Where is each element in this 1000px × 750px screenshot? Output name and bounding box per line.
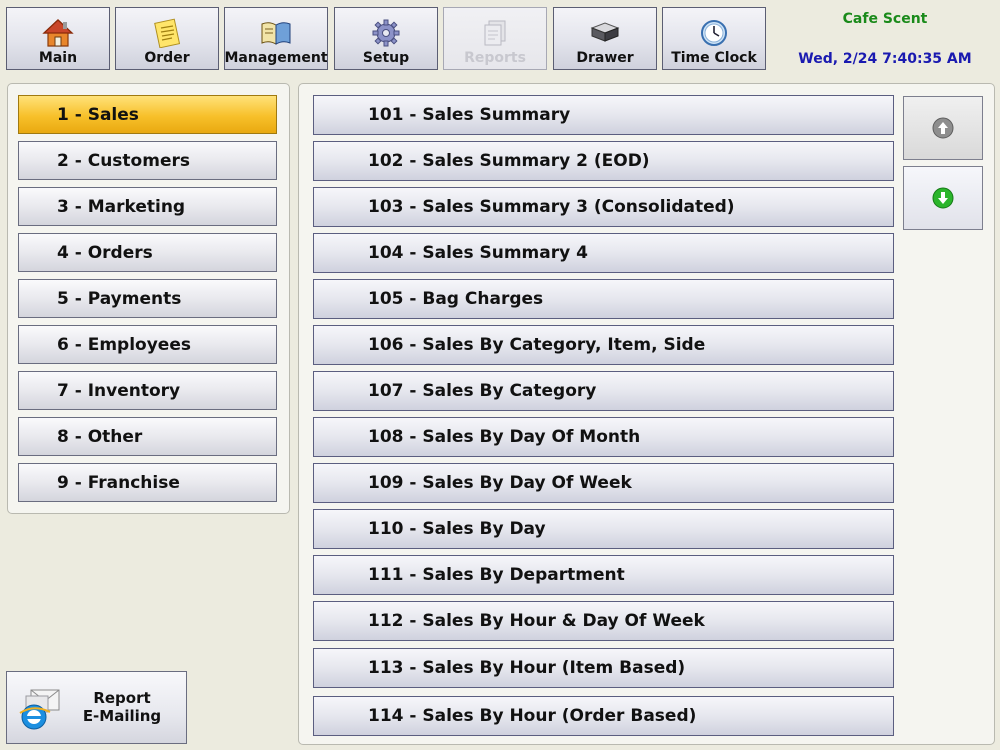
report-item[interactable]: 114 - Sales By Hour (Order Based) (313, 696, 894, 736)
scroll-down-button[interactable] (903, 166, 983, 230)
report-item[interactable]: 105 - Bag Charges (313, 279, 894, 319)
cash-drawer-icon (588, 18, 622, 48)
report-emailing-button[interactable]: Report E-Mailing (6, 671, 187, 744)
clock-icon (697, 18, 731, 48)
main-toolbar: Main Order Management Setup Reports Draw… (0, 0, 1000, 76)
category-customers[interactable]: 2 - Customers (18, 141, 277, 180)
notepad-icon (150, 18, 184, 48)
reports-button-label: Reports (464, 50, 526, 66)
time-clock-button[interactable]: Time Clock (662, 7, 766, 70)
book-icon (259, 18, 293, 48)
report-item[interactable]: 103 - Sales Summary 3 (Consolidated) (313, 187, 894, 227)
arrow-up-icon (932, 117, 954, 139)
drawer-button-label: Drawer (576, 50, 634, 66)
management-button-label: Management (224, 50, 328, 66)
scroll-up-button[interactable] (903, 96, 983, 160)
gear-icon (369, 18, 403, 48)
report-emailing-label: Report E-Mailing (67, 689, 177, 725)
store-name: Cafe Scent (842, 11, 928, 27)
reports-icon (478, 18, 512, 48)
report-item[interactable]: 112 - Sales By Hour & Day Of Week (313, 601, 894, 641)
report-item[interactable]: 102 - Sales Summary 2 (EOD) (313, 141, 894, 181)
report-item[interactable]: 110 - Sales By Day (313, 509, 894, 549)
category-payments[interactable]: 5 - Payments (18, 279, 277, 318)
category-inventory[interactable]: 7 - Inventory (18, 371, 277, 410)
main-button[interactable]: Main (6, 7, 110, 70)
report-item[interactable]: 107 - Sales By Category (313, 371, 894, 411)
email-report-icon (17, 686, 63, 732)
house-icon (41, 18, 75, 48)
category-orders[interactable]: 4 - Orders (18, 233, 277, 272)
report-item[interactable]: 109 - Sales By Day Of Week (313, 463, 894, 503)
category-sales[interactable]: 1 - Sales (18, 95, 277, 134)
report-item[interactable]: 108 - Sales By Day Of Month (313, 417, 894, 457)
arrow-down-icon (932, 187, 954, 209)
report-list-panel: 101 - Sales Summary 102 - Sales Summary … (298, 83, 995, 745)
category-other[interactable]: 8 - Other (18, 417, 277, 456)
order-button[interactable]: Order (115, 7, 219, 70)
report-item[interactable]: 101 - Sales Summary (313, 95, 894, 135)
report-item[interactable]: 113 - Sales By Hour (Item Based) (313, 648, 894, 688)
setup-button[interactable]: Setup (334, 7, 438, 70)
category-employees[interactable]: 6 - Employees (18, 325, 277, 364)
setup-button-label: Setup (362, 50, 410, 66)
drawer-button[interactable]: Drawer (553, 7, 657, 70)
report-item[interactable]: 104 - Sales Summary 4 (313, 233, 894, 273)
report-emailing-label-line2: E-Mailing (82, 707, 162, 725)
category-marketing[interactable]: 3 - Marketing (18, 187, 277, 226)
management-button[interactable]: Management (224, 7, 328, 70)
report-item[interactable]: 111 - Sales By Department (313, 555, 894, 595)
report-item[interactable]: 106 - Sales By Category, Item, Side (313, 325, 894, 365)
report-emailing-label-line1: Report (93, 689, 151, 707)
time-clock-button-label: Time Clock (671, 50, 757, 66)
datetime-display: Wed, 2/24 7:40:35 AM (798, 51, 972, 67)
main-button-label: Main (38, 50, 78, 66)
reports-button[interactable]: Reports (443, 7, 547, 70)
category-franchise[interactable]: 9 - Franchise (18, 463, 277, 502)
report-category-panel: 1 - Sales 2 - Customers 3 - Marketing 4 … (7, 83, 290, 514)
order-button-label: Order (144, 50, 190, 66)
